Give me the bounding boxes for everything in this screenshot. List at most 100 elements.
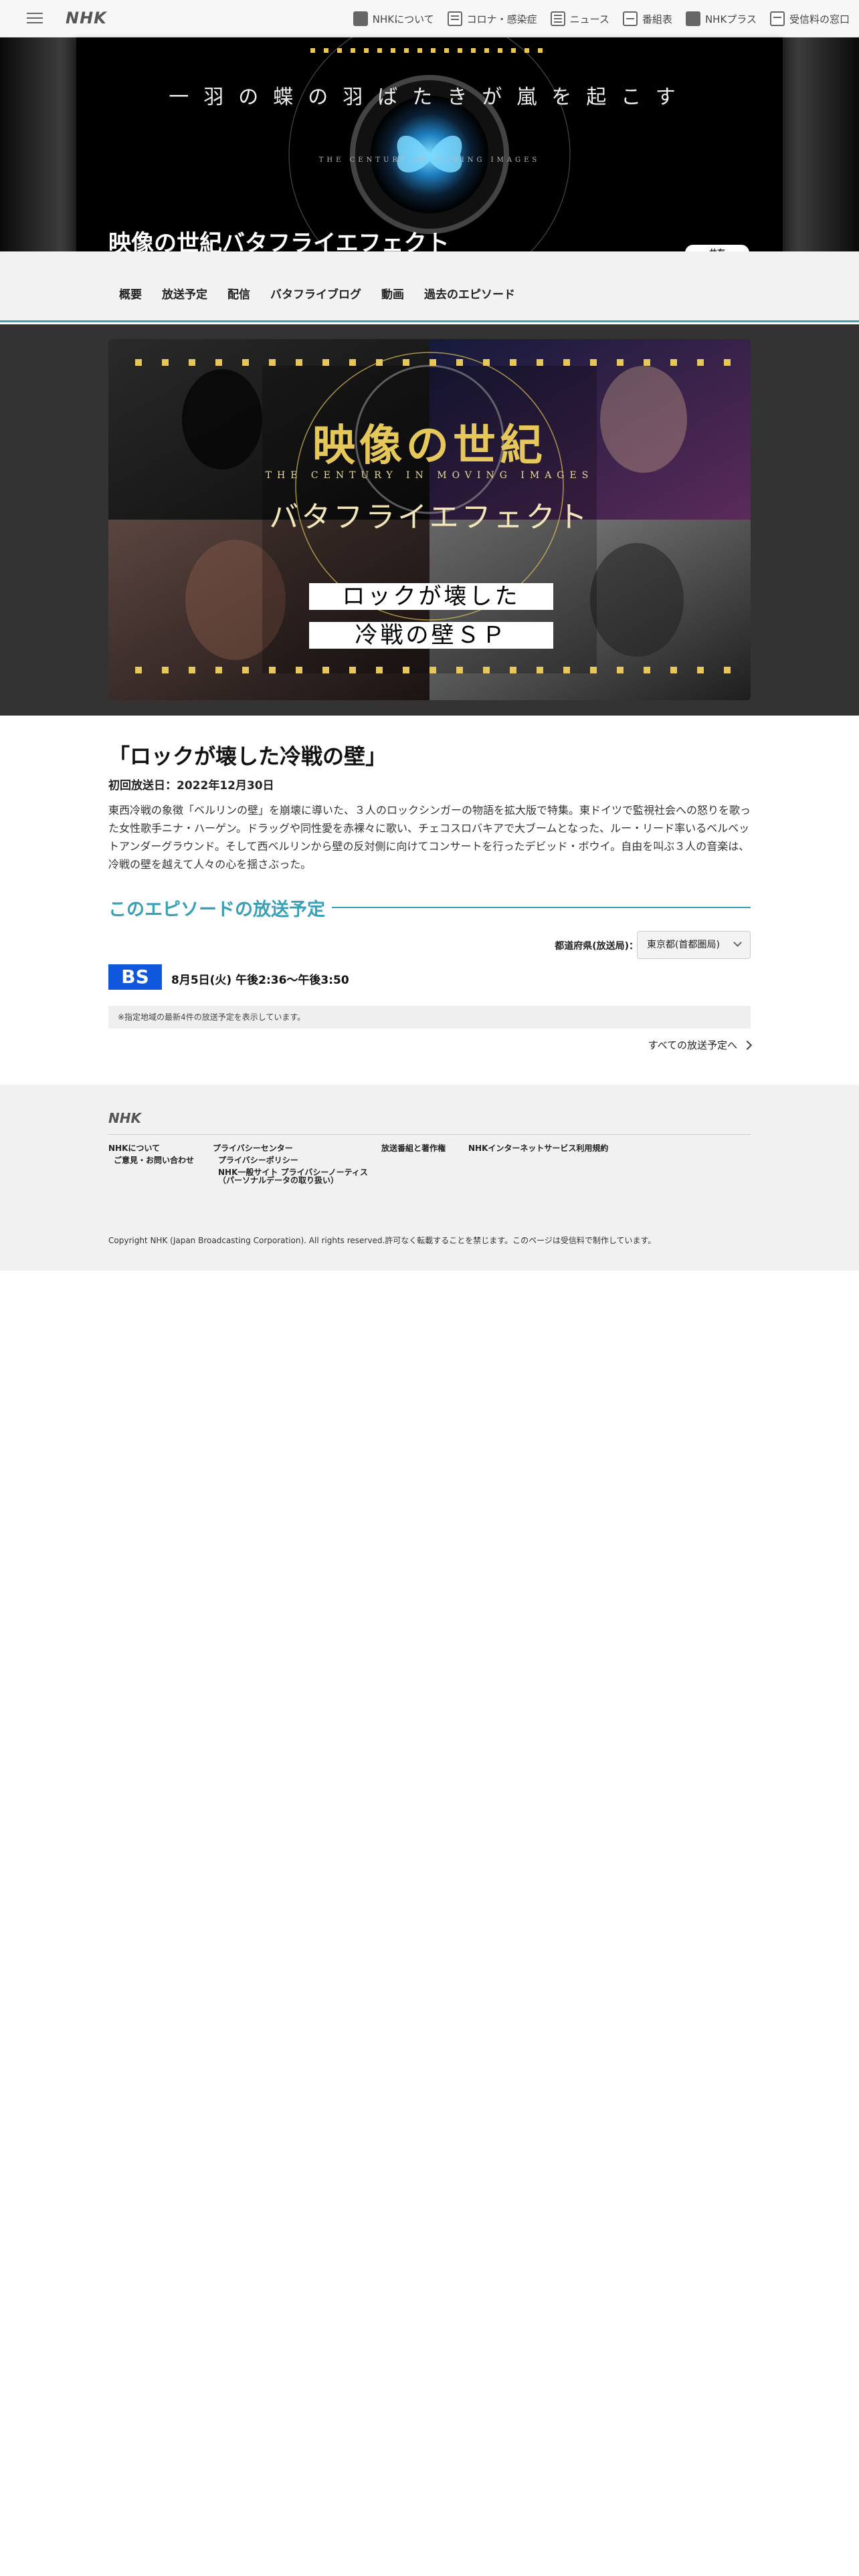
banner-film-dot [563,667,570,673]
banner-film-dot [456,667,463,673]
banner-film-dot [296,667,302,673]
global-header: NHK NHKについて コロナ・感染症 ニュース 番組表 NHKプラス 受信料の… [0,0,859,37]
nav-label: NHKについて [372,13,434,25]
banner-film-dot [376,359,383,366]
banner-episode-line-2: 冷戦の壁ＳＰ [309,622,553,649]
banner-episode-line-1: ロックが壊した [309,583,553,610]
banner-film-dot [403,359,409,366]
banner-film-dot [697,667,704,673]
subnav-streaming[interactable]: 配信 [227,285,250,302]
banner-film-dot [537,667,543,673]
channel-badge-bs: BS [108,964,162,990]
corona-icon [447,11,462,26]
banner-film-dot [242,359,249,366]
banner-film-dot [135,667,142,673]
nav-corona[interactable]: コロナ・感染症 [447,11,537,26]
banner-film-dot [590,667,597,673]
schedule-heading-text: このエピソードの放送予定 [108,899,325,920]
singer-silhouette-4 [590,543,684,657]
site-footer: NHK NHKについて ご意見・お問い合わせ プライバシーセンター プライバシー… [0,1085,859,1271]
footer-link-about[interactable]: NHKについて [108,1144,160,1153]
hero-film-dots-top [310,48,543,53]
banner-film-dot [189,667,195,673]
nav-label: 受信料の窓口 [789,13,850,25]
hero-film-dot [484,48,489,53]
banner-film-dot [215,667,222,673]
hero-film-dot [391,48,395,53]
news-icon [550,11,565,26]
banner-film-dot [510,667,516,673]
footer-divider [108,1134,751,1135]
prefecture-select[interactable]: 東京都(首都圏局) [637,931,751,959]
banner-film-dot [322,359,329,366]
prefecture-label: 都道府県(放送局)： [555,941,638,952]
banner-film-dot [269,667,276,673]
footer-link-privacy-notice-sub[interactable]: （パーソナルデータの取り扱い） [218,1176,339,1185]
banner-film-dot [242,667,249,673]
banner-title-sub: バタフライエフェクト [269,500,590,534]
schedule-heading-rule [332,907,751,908]
nav-nhk-plus[interactable]: NHKプラス [685,11,757,26]
hero-card: 一羽の蝶の羽ばたきが嵐を起こす THE CENTURY IN MOVING IM… [76,37,783,272]
footer-link-copyright[interactable]: 放送番組と著作権 [381,1144,446,1153]
subnav-overview[interactable]: 概要 [119,285,142,302]
banner-film-dot [376,667,383,673]
hero-film-dot [351,48,355,53]
hero-film-dot [538,48,543,53]
nav-program-guide[interactable]: 番組表 [622,11,672,26]
banner-title-english: THE CENTURY IN MOVING IMAGES [265,470,594,481]
hero-film-dot [310,48,315,53]
schedule-note: ※指定地域の最新4件の放送予定を表示しています。 [108,1006,751,1029]
footer-nhk-logo[interactable]: NHK [108,1110,141,1126]
nav-nhk-about[interactable]: NHKについて [353,11,434,26]
hero-film-dot [498,48,502,53]
program-guide-icon [622,11,638,26]
subnav-past-episodes[interactable]: 過去のエピソード [424,285,515,302]
episode-first-aired: 初回放送日：2022年12月30日 [108,779,274,792]
footer-link-contact[interactable]: ご意見・お問い合わせ [114,1156,194,1165]
banner-film-dot [724,667,731,673]
banner-film-dot [430,359,436,366]
hero-film-dot [471,48,476,53]
banner-title-main: 映像の世紀 [312,421,547,471]
banner-film-dot [617,359,624,366]
banner-film-dot [135,359,142,366]
banner-film-dot [430,667,436,673]
nav-label: ニュース [569,13,609,25]
episode-key-visual: 映像の世紀 THE CENTURY IN MOVING IMAGES バタフライ… [108,339,751,700]
hero-subtitle: THE CENTURY IN MOVING IMAGES [318,156,541,164]
nav-fee-window[interactable]: 受信料の窓口 [769,11,850,26]
banner-film-dot [537,359,543,366]
banner-film-dot [510,359,516,366]
hero-tagline: 一羽の蝶の羽ばたきが嵐を起こす [169,86,690,109]
footer-link-privacy-policy[interactable]: プライバシーポリシー [218,1156,298,1165]
hero-film-dot [324,48,328,53]
nav-label: NHKプラス [704,13,757,25]
hero-film-dot [364,48,369,53]
program-subnav: 概要 放送予定 配信 バタフライブログ 動画 過去のエピソード [119,285,515,302]
hamburger-menu-icon[interactable] [27,9,43,28]
hero-film-dot [377,48,382,53]
schedule-section-heading: このエピソードの放送予定 [108,896,751,920]
all-schedules-link[interactable]: すべての放送予定へ [648,1038,753,1052]
nav-news[interactable]: ニュース [550,11,609,26]
banner-film-dot [670,667,677,673]
banner-film-dot [483,359,490,366]
broadcast-time: 8月5日(火) 午後2:36〜午後3:50 [171,974,349,987]
banner-film-dot [403,667,409,673]
banner-film-dot [162,359,169,366]
subnav-videos[interactable]: 動画 [381,285,404,302]
banner-film-dot [296,359,302,366]
footer-link-privacy-center[interactable]: プライバシーセンター [213,1144,293,1153]
banner-film-dot [162,667,169,673]
hero-film-dot [417,48,422,53]
banner-film-dot [724,359,731,366]
nhk-logo[interactable]: NHK [66,9,107,27]
hero-film-dot [511,48,516,53]
footer-link-internet-terms[interactable]: NHKインターネットサービス利用規約 [468,1144,608,1153]
banner-film-dot [215,359,222,366]
subnav-blog[interactable]: バタフライブログ [270,285,361,302]
nav-label: 番組表 [642,13,672,25]
subnav-schedule[interactable]: 放送予定 [162,285,207,302]
hero-film-dot [524,48,529,53]
